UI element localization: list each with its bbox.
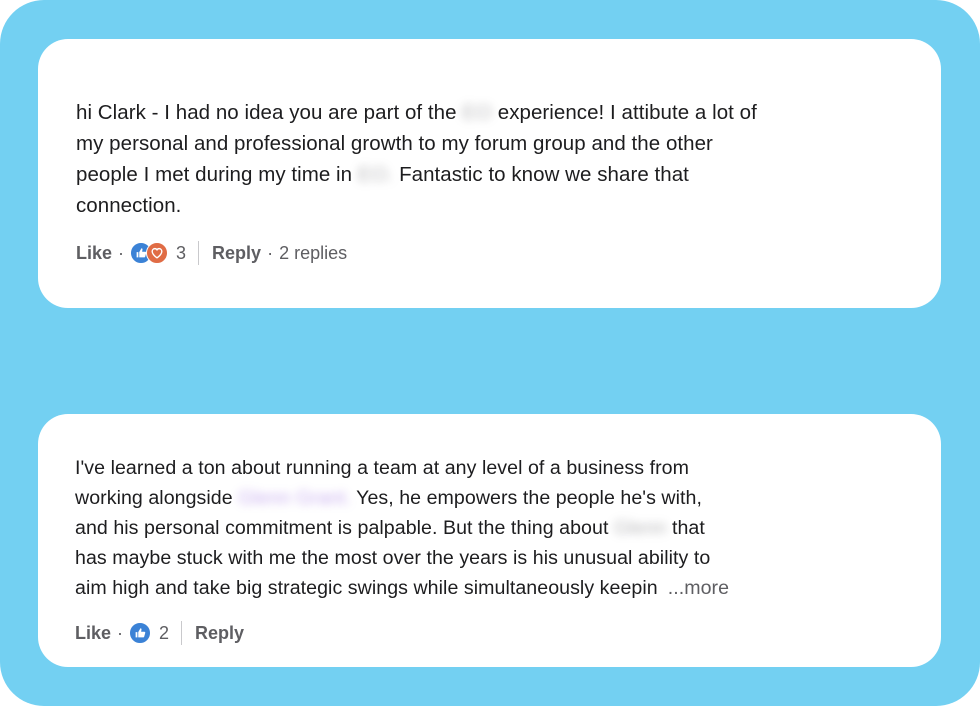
reply-button[interactable]: Reply bbox=[212, 243, 261, 264]
text-segment: that bbox=[666, 517, 705, 539]
reactions-summary[interactable] bbox=[129, 622, 152, 644]
like-button[interactable]: Like bbox=[75, 623, 111, 644]
like-icon bbox=[129, 622, 152, 644]
redacted-text: EO bbox=[462, 101, 493, 124]
separator-dot: · bbox=[267, 242, 274, 263]
comment-line: my personal and professional growth to m… bbox=[76, 132, 713, 155]
background-frame: hi Clark - I had no idea you are part of… bbox=[0, 0, 980, 706]
reaction-count: 3 bbox=[176, 242, 187, 263]
comment-line: has maybe stuck with me the most over th… bbox=[75, 547, 711, 569]
love-icon bbox=[146, 242, 169, 264]
text-segment: Fantastic to know we share that bbox=[393, 163, 689, 186]
text-segment: and his personal commitment is palpable.… bbox=[75, 517, 609, 539]
comment-line: hi Clark - I had no idea you are part of… bbox=[76, 97, 941, 128]
reaction-count: 2 bbox=[159, 622, 170, 643]
see-more-link[interactable]: ...more bbox=[668, 577, 729, 599]
comment-line: connection. bbox=[76, 194, 182, 217]
text-segment: people I met during my time in bbox=[76, 163, 353, 186]
redacted-text: EO. bbox=[357, 163, 394, 186]
separator-dot: · bbox=[118, 242, 125, 263]
redacted-text: Glenn bbox=[613, 517, 667, 539]
comment-actions: Like · 2 Reply bbox=[75, 621, 941, 645]
reactions-summary[interactable] bbox=[130, 242, 169, 264]
text-segment: aim high and take big strategic swings w… bbox=[75, 577, 658, 599]
like-button[interactable]: Like bbox=[76, 243, 112, 264]
comment-line: people I met during my time in EO. Fanta… bbox=[76, 159, 941, 190]
comment-text: hi Clark - I had no idea you are part of… bbox=[76, 97, 941, 221]
redacted-mention: Glenn Grant. bbox=[238, 487, 351, 509]
replies-link[interactable]: 2 replies bbox=[279, 243, 347, 264]
comment-card: hi Clark - I had no idea you are part of… bbox=[38, 39, 941, 308]
comment-card: I've learned a ton about running a team … bbox=[38, 414, 941, 667]
text-segment: working alongside bbox=[75, 487, 233, 509]
reply-button[interactable]: Reply bbox=[195, 623, 244, 644]
comment-text: I've learned a ton about running a team … bbox=[75, 453, 941, 603]
divider bbox=[198, 241, 200, 265]
comment-actions: Like · 3 Reply · 2 replies bbox=[76, 241, 941, 265]
divider bbox=[181, 621, 183, 645]
separator-dot: · bbox=[117, 622, 124, 643]
comment-line: and his personal commitment is palpable.… bbox=[75, 513, 941, 543]
comment-line: aim high and take big strategic swings w… bbox=[75, 573, 941, 603]
text-segment: Yes, he empowers the people he's with, bbox=[350, 487, 702, 509]
text-segment: hi Clark - I had no idea you are part of… bbox=[76, 101, 457, 124]
comment-line: working alongside Glenn Grant. Yes, he e… bbox=[75, 483, 941, 513]
comment-line: I've learned a ton about running a team … bbox=[75, 457, 689, 479]
text-segment: experience! I attibute a lot of bbox=[492, 101, 757, 124]
